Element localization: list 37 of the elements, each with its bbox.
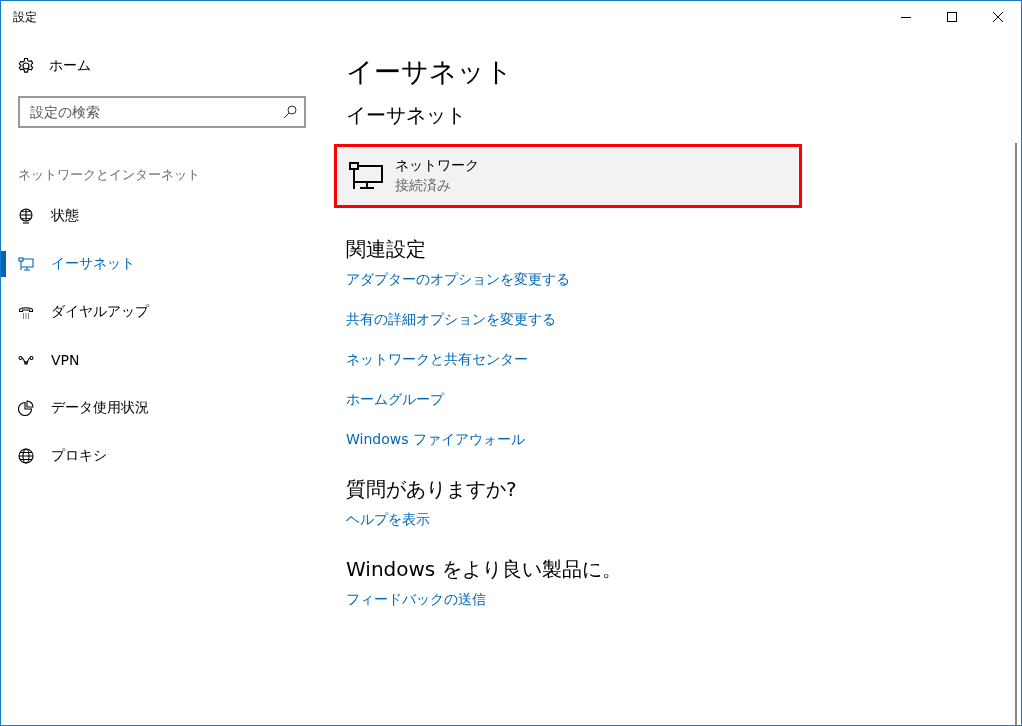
settings-link[interactable]: ヘルプを表示 <box>346 509 430 529</box>
pie-icon <box>18 400 34 416</box>
settings-link[interactable]: ネットワークと共有センター <box>346 349 528 369</box>
network-card[interactable]: ネットワーク 接続済み <box>334 144 802 208</box>
settings-link[interactable]: 共有の詳細オプションを変更する <box>346 309 556 329</box>
section-heading: イーサネット <box>346 102 467 129</box>
selection-indicator <box>1 251 6 277</box>
settings-link[interactable]: アダプターのオプションを変更する <box>346 269 570 289</box>
phone-icon <box>18 304 34 320</box>
nav-item[interactable]: プロキシ <box>1 432 331 480</box>
ethernet-icon <box>349 162 383 190</box>
nav-item[interactable]: VPN <box>1 336 331 384</box>
settings-icon <box>17 57 35 75</box>
settings-link[interactable]: フィードバックの送信 <box>346 589 486 609</box>
close-icon <box>993 12 1003 22</box>
maximize-icon <box>947 12 957 22</box>
network-status: 接続済み <box>395 177 452 195</box>
nav-item[interactable]: イーサネット <box>1 240 331 288</box>
category-heading: ネットワークとインターネット <box>17 166 201 184</box>
home-link[interactable]: ホーム <box>1 42 331 90</box>
globe-monitor-icon <box>18 208 34 224</box>
search-field[interactable]: 設定の検索 <box>18 96 306 128</box>
window-title: 設定 <box>12 8 38 26</box>
nav-item[interactable]: データ使用状況 <box>1 384 331 432</box>
section-heading: 質問がありますか? <box>346 476 518 503</box>
search-icon <box>283 105 297 119</box>
page-title: イーサネット <box>346 55 514 89</box>
settings-link[interactable]: Windows ファイアウォール <box>346 429 525 449</box>
nav-item[interactable]: 状態 <box>1 192 331 240</box>
settings-link[interactable]: ホームグループ <box>346 389 444 409</box>
network-name: ネットワーク <box>395 157 479 175</box>
ethernet-icon <box>18 256 34 272</box>
section-heading: 関連設定 <box>346 236 427 263</box>
section-heading: Windows をより良い製品に。 <box>346 556 623 583</box>
nav-item[interactable]: ダイヤルアップ <box>1 288 331 336</box>
globe-icon <box>18 448 34 464</box>
scrollbar[interactable] <box>1015 143 1017 725</box>
